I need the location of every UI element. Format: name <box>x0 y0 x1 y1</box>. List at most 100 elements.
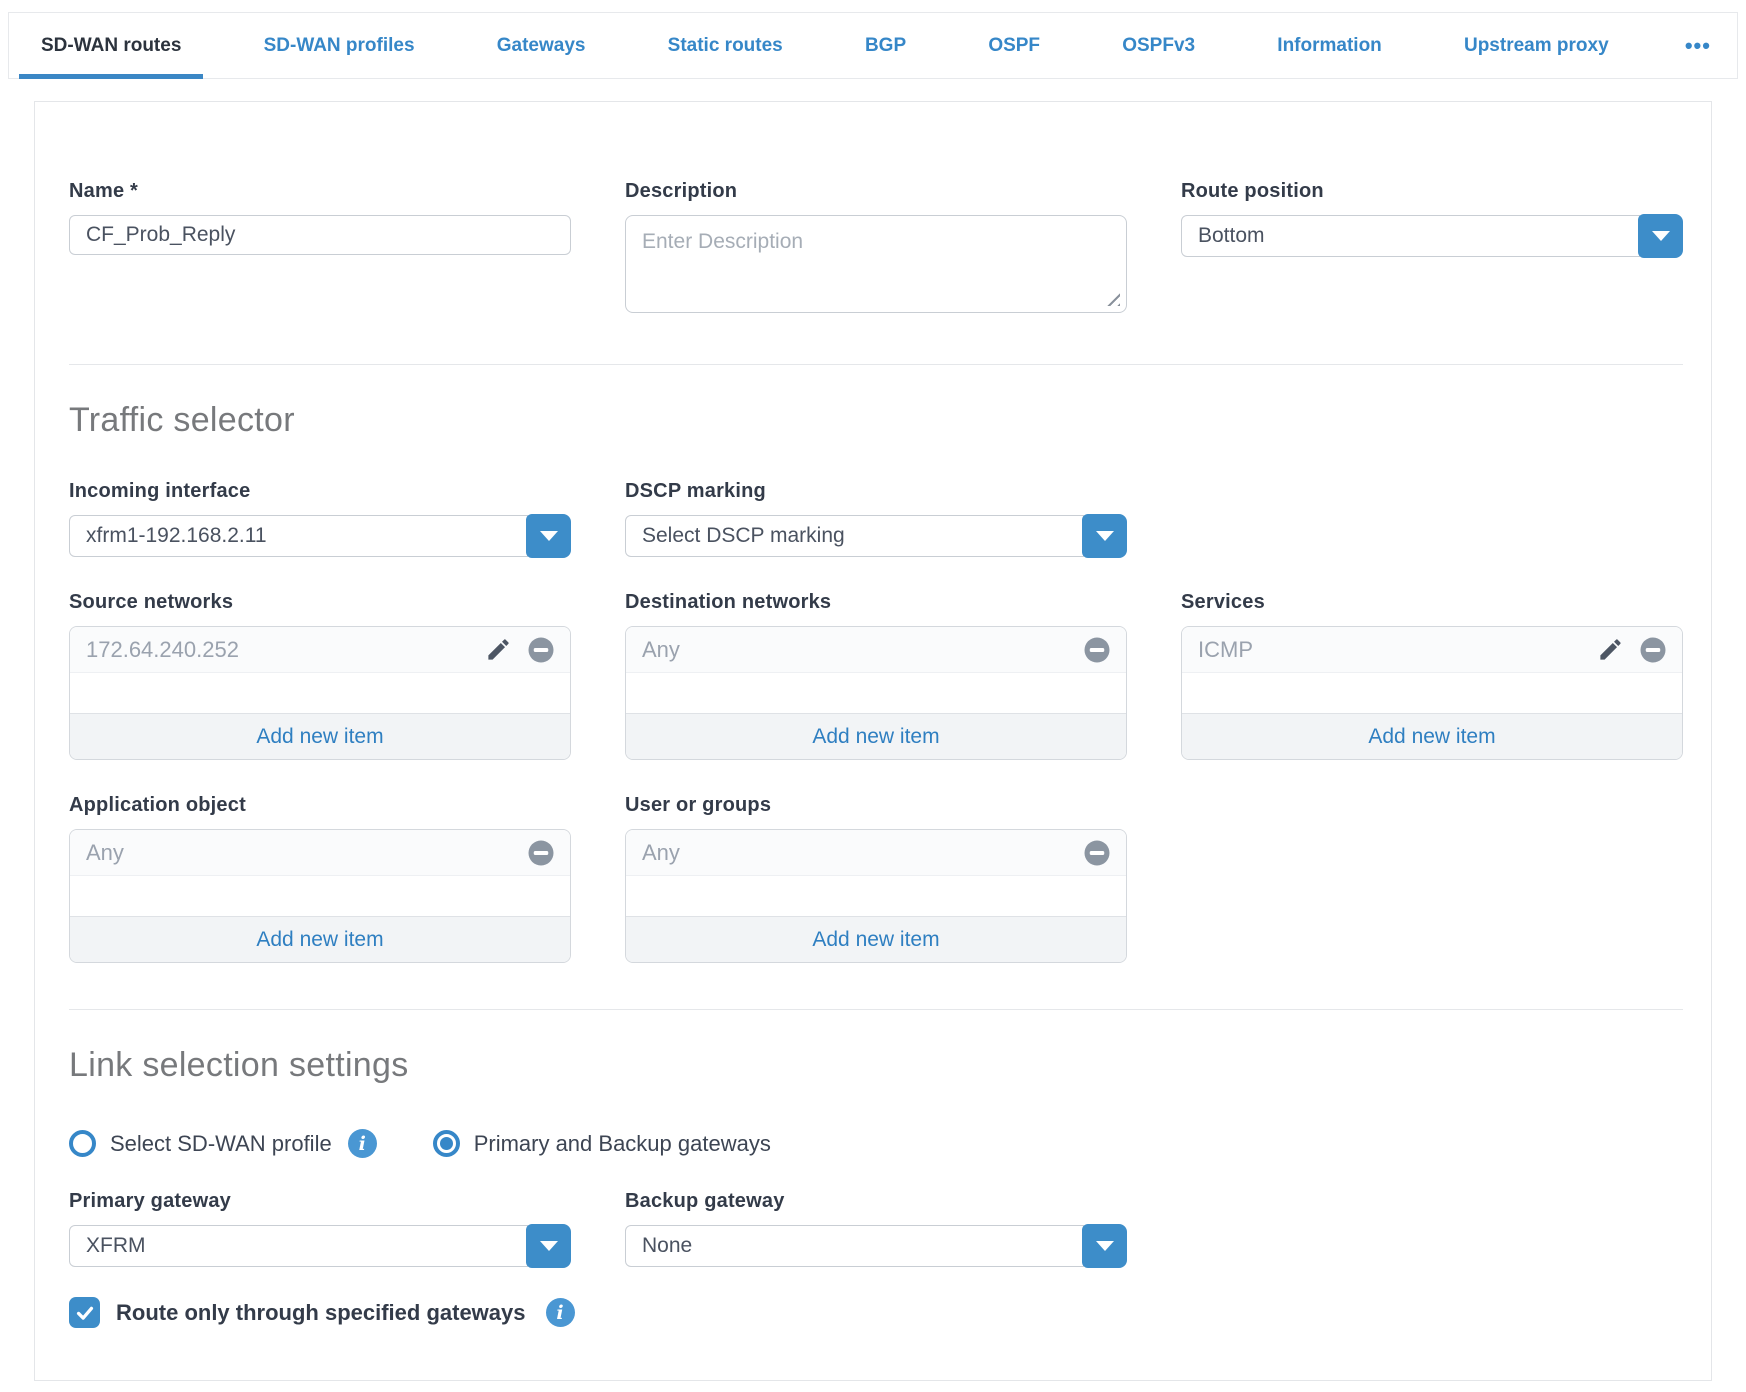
application-object-label: Application object <box>69 794 571 817</box>
chevron-down-icon[interactable] <box>526 514 571 558</box>
add-new-item-button[interactable]: Add new item <box>70 713 570 759</box>
tab-ospfv3[interactable]: OSPFv3 <box>1100 13 1217 78</box>
radio-label: Select SD-WAN profile <box>110 1131 332 1157</box>
services-list: ICMP Add new item <box>1181 626 1683 760</box>
traffic-selector-heading: Traffic selector <box>69 401 1683 440</box>
general-section: Name * Description Route position Bottom <box>69 180 1683 318</box>
description-field-group: Description <box>625 180 1127 318</box>
route-position-value: Bottom <box>1181 215 1640 257</box>
tab-upstream-proxy[interactable]: Upstream proxy <box>1442 13 1631 78</box>
primary-gateway-value: XFRM <box>69 1225 528 1267</box>
remove-minus-icon[interactable] <box>1082 838 1112 868</box>
dscp-marking-dropdown[interactable]: Select DSCP marking <box>625 515 1127 557</box>
radio-option-sdwan-profile[interactable]: Select SD-WAN profile i <box>69 1129 377 1158</box>
remove-minus-icon[interactable] <box>526 635 556 665</box>
add-new-item-button[interactable]: Add new item <box>1182 713 1682 759</box>
name-input[interactable] <box>69 215 571 255</box>
tab-bgp[interactable]: BGP <box>843 13 928 78</box>
user-or-groups-list: Any Add new item <box>625 829 1127 963</box>
list-item: 172.64.240.252 <box>70 627 570 673</box>
source-networks-field-group: Source networks 172.64.240.252 Add new i… <box>69 591 571 760</box>
route-position-label: Route position <box>1181 180 1683 203</box>
traffic-selector-dropdown-row: Incoming interface xfrm1-192.168.2.11 DS… <box>69 480 1683 557</box>
tab-ospf[interactable]: OSPF <box>966 13 1062 78</box>
add-new-item-button[interactable]: Add new item <box>626 916 1126 962</box>
description-textarea[interactable] <box>625 215 1127 313</box>
info-icon[interactable]: i <box>546 1298 575 1327</box>
list-item-text: 172.64.240.252 <box>86 637 485 663</box>
source-networks-label: Source networks <box>69 591 571 614</box>
dscp-marking-label: DSCP marking <box>625 480 1127 503</box>
route-position-dropdown[interactable]: Bottom <box>1181 215 1683 257</box>
destination-networks-label: Destination networks <box>625 591 1127 614</box>
incoming-interface-field-group: Incoming interface xfrm1-192.168.2.11 <box>69 480 571 557</box>
tab-sdwan-routes[interactable]: SD-WAN routes <box>19 13 203 78</box>
incoming-interface-value: xfrm1-192.168.2.11 <box>69 515 528 557</box>
list-empty-area <box>1182 673 1682 713</box>
route-only-checkbox-row: Route only through specified gateways i <box>69 1297 1683 1328</box>
backup-gateway-value: None <box>625 1225 1084 1267</box>
application-object-field-group: Application object Any Add new item <box>69 794 571 963</box>
gateway-dropdown-row: Primary gateway XFRM Backup gateway None <box>69 1190 1683 1267</box>
edit-pencil-icon[interactable] <box>1597 636 1624 663</box>
tab-static-routes[interactable]: Static routes <box>646 13 805 78</box>
incoming-interface-dropdown[interactable]: xfrm1-192.168.2.11 <box>69 515 571 557</box>
list-empty-area <box>626 876 1126 916</box>
remove-minus-icon[interactable] <box>1082 635 1112 665</box>
tab-sdwan-profiles[interactable]: SD-WAN profiles <box>242 13 437 78</box>
chevron-down-icon[interactable] <box>1082 1224 1127 1268</box>
list-item: Any <box>70 830 570 876</box>
info-icon[interactable]: i <box>348 1129 377 1158</box>
list-item-text: ICMP <box>1198 637 1597 663</box>
name-label: Name * <box>69 180 571 203</box>
chevron-down-icon[interactable] <box>526 1224 571 1268</box>
backup-gateway-label: Backup gateway <box>625 1190 1127 1213</box>
route-position-field-group: Route position Bottom <box>1181 180 1683 257</box>
services-label: Services <box>1181 591 1683 614</box>
checkbox-checked-icon[interactable] <box>69 1297 100 1328</box>
name-field-group: Name * <box>69 180 571 255</box>
dscp-marking-value: Select DSCP marking <box>625 515 1084 557</box>
tab-information[interactable]: Information <box>1255 13 1404 78</box>
primary-gateway-dropdown[interactable]: XFRM <box>69 1225 571 1267</box>
section-divider <box>69 364 1683 365</box>
tab-gateways[interactable]: Gateways <box>475 13 608 78</box>
backup-gateway-dropdown[interactable]: None <box>625 1225 1127 1267</box>
user-or-groups-field-group: User or groups Any Add new item <box>625 794 1127 963</box>
list-empty-area <box>70 876 570 916</box>
caret-glyph <box>540 1241 558 1251</box>
caret-glyph <box>1096 531 1114 541</box>
tabs-overflow-icon[interactable]: ••• <box>1669 13 1727 78</box>
list-item-text: Any <box>642 840 1082 866</box>
sdwan-route-form-card: Name * Description Route position Bottom… <box>34 101 1712 1381</box>
caret-glyph <box>1652 231 1670 241</box>
remove-minus-icon[interactable] <box>1638 635 1668 665</box>
radio-option-primary-backup[interactable]: Primary and Backup gateways <box>433 1130 787 1157</box>
section-divider <box>69 1009 1683 1010</box>
backup-gateway-field-group: Backup gateway None <box>625 1190 1127 1267</box>
list-item: Any <box>626 830 1126 876</box>
add-new-item-button[interactable]: Add new item <box>626 713 1126 759</box>
dscp-marking-field-group: DSCP marking Select DSCP marking <box>625 480 1127 557</box>
primary-gateway-label: Primary gateway <box>69 1190 571 1213</box>
chevron-down-icon[interactable] <box>1638 214 1683 258</box>
primary-gateway-field-group: Primary gateway XFRM <box>69 1190 571 1267</box>
caret-glyph <box>1096 1241 1114 1251</box>
radio-unselected-icon[interactable] <box>69 1130 96 1157</box>
list-item-text: Any <box>642 637 1082 663</box>
user-or-groups-label: User or groups <box>625 794 1127 817</box>
radio-selected-icon[interactable] <box>433 1130 460 1157</box>
list-item-text: Any <box>86 840 526 866</box>
remove-minus-icon[interactable] <box>526 838 556 868</box>
destination-networks-field-group: Destination networks Any Add new item <box>625 591 1127 760</box>
traffic-selector-listbox-row-2: Application object Any Add new item User… <box>69 794 1683 963</box>
edit-pencil-icon[interactable] <box>485 636 512 663</box>
description-label: Description <box>625 180 1127 203</box>
chevron-down-icon[interactable] <box>1082 514 1127 558</box>
link-selection-radio-group: Select SD-WAN profile i Primary and Back… <box>69 1129 1683 1158</box>
route-only-checkbox-label: Route only through specified gateways <box>116 1300 526 1326</box>
list-item: ICMP <box>1182 627 1682 673</box>
list-empty-area <box>626 673 1126 713</box>
add-new-item-button[interactable]: Add new item <box>70 916 570 962</box>
services-field-group: Services ICMP Add new item <box>1181 591 1683 760</box>
